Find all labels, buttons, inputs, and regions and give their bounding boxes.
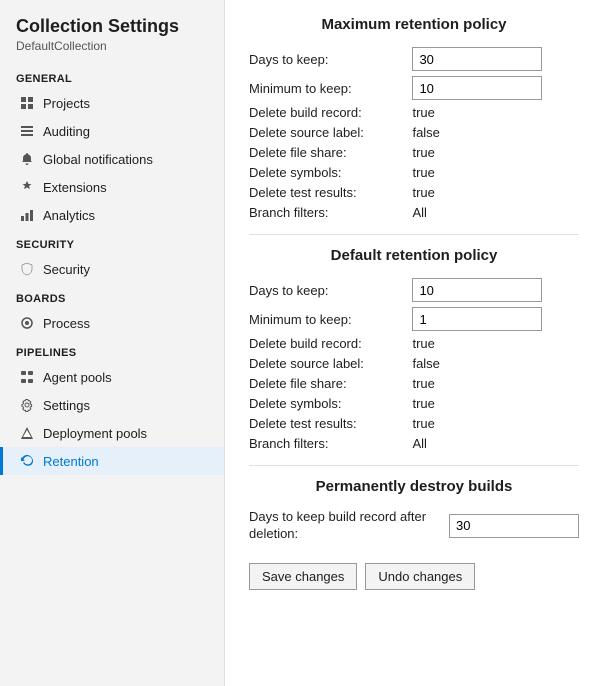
settings-label: Settings	[43, 398, 90, 413]
default-retention-grid: Days to keep: Minimum to keep: Delete bu…	[249, 278, 579, 451]
bell-icon	[19, 151, 35, 167]
def-delete-test-value: true	[412, 416, 579, 431]
process-icon	[19, 315, 35, 331]
sidebar-item-agent-pools[interactable]: Agent pools	[0, 363, 224, 391]
shield-icon	[19, 261, 35, 277]
sidebar-item-extensions[interactable]: Extensions	[0, 173, 224, 201]
divider-1	[249, 234, 579, 235]
sidebar-item-retention[interactable]: Retention	[0, 447, 224, 475]
sidebar-title: Collection Settings	[0, 12, 224, 39]
retention-icon	[19, 453, 35, 469]
settings-icon	[19, 397, 35, 413]
button-row: Save changes Undo changes	[249, 563, 579, 590]
def-delete-symbols-value: true	[412, 396, 579, 411]
sidebar-item-process[interactable]: Process	[0, 309, 224, 337]
max-delete-build-label: Delete build record:	[249, 105, 400, 120]
max-days-keep-label: Days to keep:	[249, 52, 400, 67]
agent-pools-icon	[19, 369, 35, 385]
def-delete-build-label: Delete build record:	[249, 336, 400, 351]
agent-pools-label: Agent pools	[43, 370, 112, 385]
sidebar-item-deployment-pools[interactable]: Deployment pools	[0, 419, 224, 447]
def-branch-filters-value: All	[412, 436, 579, 451]
extensions-icon	[19, 179, 35, 195]
def-days-keep-label: Days to keep:	[249, 283, 400, 298]
destroy-title: Permanently destroy builds	[249, 478, 579, 495]
section-header-boards: Boards	[0, 283, 224, 309]
max-days-keep-input[interactable]	[412, 47, 542, 71]
def-delete-symbols-label: Delete symbols:	[249, 396, 400, 411]
def-delete-file-value: true	[412, 376, 579, 391]
max-retention-title: Maximum retention policy	[249, 16, 579, 33]
sidebar-item-global-notifications[interactable]: Global notifications	[0, 145, 224, 173]
max-delete-test-label: Delete test results:	[249, 185, 400, 200]
destroy-section: Permanently destroy builds Days to keep …	[249, 478, 579, 543]
projects-label: Projects	[43, 96, 90, 111]
sidebar-item-projects[interactable]: Projects	[0, 89, 224, 117]
max-delete-file-label: Delete file share:	[249, 145, 400, 160]
max-retention-grid: Days to keep: Minimum to keep: Delete bu…	[249, 47, 579, 220]
security-label: Security	[43, 262, 90, 277]
sidebar-item-settings[interactable]: Settings	[0, 391, 224, 419]
max-delete-test-value: true	[412, 185, 579, 200]
section-header-general: General	[0, 63, 224, 89]
def-min-keep-input[interactable]	[412, 307, 542, 331]
destroy-days-label: Days to keep build record after deletion…	[249, 509, 437, 543]
max-delete-source-label: Delete source label:	[249, 125, 400, 140]
auditing-label: Auditing	[43, 124, 90, 139]
save-button[interactable]: Save changes	[249, 563, 357, 590]
default-retention-title: Default retention policy	[249, 247, 579, 264]
def-delete-file-label: Delete file share:	[249, 376, 400, 391]
retention-label: Retention	[43, 454, 99, 469]
deployment-pools-label: Deployment pools	[43, 426, 147, 441]
global-notifications-label: Global notifications	[43, 152, 153, 167]
list-icon	[19, 123, 35, 139]
sidebar-subtitle: DefaultCollection	[0, 39, 224, 63]
max-branch-filters-value: All	[412, 205, 579, 220]
def-delete-source-label: Delete source label:	[249, 356, 400, 371]
undo-button[interactable]: Undo changes	[365, 563, 475, 590]
analytics-icon	[19, 207, 35, 223]
def-delete-source-value: false	[412, 356, 579, 371]
max-min-keep-label: Minimum to keep:	[249, 81, 400, 96]
def-branch-filters-label: Branch filters:	[249, 436, 400, 451]
sidebar-item-security[interactable]: Security	[0, 255, 224, 283]
max-delete-file-value: true	[412, 145, 579, 160]
process-label: Process	[43, 316, 90, 331]
max-branch-filters-label: Branch filters:	[249, 205, 400, 220]
max-delete-build-value: true	[412, 105, 579, 120]
extensions-label: Extensions	[43, 180, 107, 195]
max-delete-source-value: false	[412, 125, 579, 140]
sidebar-item-analytics[interactable]: Analytics	[0, 201, 224, 229]
destroy-days-input[interactable]	[449, 514, 579, 538]
max-delete-symbols-label: Delete symbols:	[249, 165, 400, 180]
def-min-keep-label: Minimum to keep:	[249, 312, 400, 327]
max-min-keep-input[interactable]	[412, 76, 542, 100]
section-header-security: Security	[0, 229, 224, 255]
destroy-grid: Days to keep build record after deletion…	[249, 509, 579, 543]
deployment-pools-icon	[19, 425, 35, 441]
def-delete-test-label: Delete test results:	[249, 416, 400, 431]
divider-2	[249, 465, 579, 466]
analytics-label: Analytics	[43, 208, 95, 223]
sidebar-item-auditing[interactable]: Auditing	[0, 117, 224, 145]
grid-icon	[19, 95, 35, 111]
def-delete-build-value: true	[412, 336, 579, 351]
section-header-pipelines: Pipelines	[0, 337, 224, 363]
sidebar: Collection Settings DefaultCollection Ge…	[0, 0, 225, 686]
main-content: Maximum retention policy Days to keep: M…	[225, 0, 603, 686]
def-days-keep-input[interactable]	[412, 278, 542, 302]
max-delete-symbols-value: true	[412, 165, 579, 180]
